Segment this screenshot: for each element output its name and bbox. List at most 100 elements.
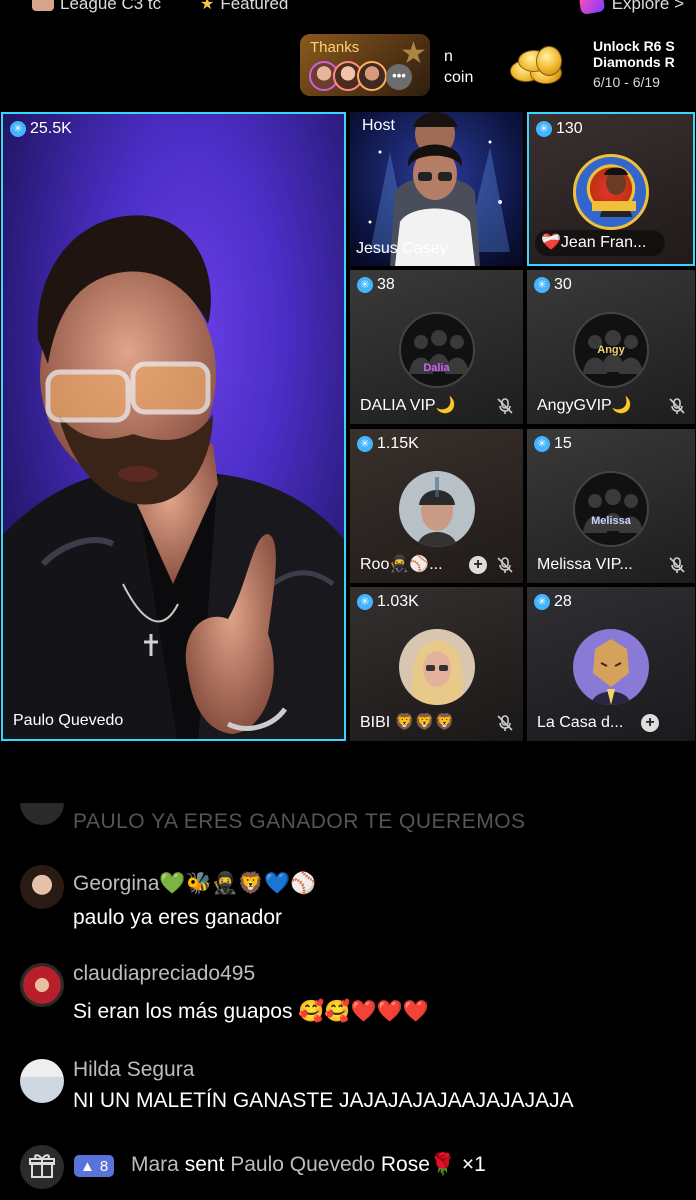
guest-name: ❤️‍🩹Jean Fran... <box>541 234 647 251</box>
viewer-count-badge: ✳ 38 <box>357 276 395 294</box>
viewer-count: 30 <box>554 276 572 293</box>
gift-text: Mara sent Paulo Quevedo Rose🌹 ×1 <box>131 1153 486 1177</box>
gem-icon: ✳ <box>357 594 373 610</box>
guest-name: Melissa VIP... <box>537 556 633 573</box>
gem-icon: ✳ <box>534 277 550 293</box>
unlock-line-2: Diamonds R <box>593 54 675 70</box>
guest-name: Roo🥷⚾... <box>360 556 443 573</box>
chat-username[interactable]: Hilda Segura <box>73 1058 194 1082</box>
viewer-count-badge: ✳ 25.5K <box>10 120 72 138</box>
chat-username[interactable]: Georgina💚🐝🥷🦁💙⚾ <box>73 872 316 896</box>
viewer-count-badge: ✳ 15 <box>534 435 572 453</box>
avatar: Dalia <box>398 312 475 389</box>
viewer-count: 1.15K <box>377 435 419 452</box>
mic-muted-icon <box>497 398 513 414</box>
avatar: Melissa <box>573 471 649 548</box>
host-tag: Host <box>362 117 395 134</box>
gift-icon[interactable] <box>20 1145 64 1189</box>
viewer-count: 25.5K <box>30 120 72 137</box>
avatar[interactable] <box>20 1059 64 1103</box>
coins-icon[interactable] <box>506 44 568 86</box>
level-badge: ▲ 8 <box>74 1155 115 1177</box>
gem-icon: ✳ <box>10 121 26 137</box>
coin-promo-text: n coin <box>444 46 473 88</box>
viewer-count: 1.03K <box>377 593 419 610</box>
guest-cell-bibi[interactable]: ✳ 1.03K BIBI 🦁🦁🦁 <box>350 587 523 741</box>
gift-notification: ▲ 8 Mara sent Paulo Quevedo Rose🌹 ×1 <box>0 1145 696 1189</box>
gem-icon: ✳ <box>536 121 552 137</box>
level-number: 8 <box>99 1157 109 1175</box>
featured-label: Featured <box>220 0 289 13</box>
thanks-card[interactable]: Thanks ★ ••• <box>300 34 430 96</box>
logo-word: Dalia <box>423 362 450 375</box>
viewer-count: 15 <box>554 435 572 452</box>
coin-line-1: n <box>444 48 453 65</box>
host-cell[interactable]: Host Jesus Casey <box>350 112 523 266</box>
gift-recipient[interactable]: Paulo Quevedo <box>230 1153 375 1176</box>
viewer-count: 28 <box>554 593 572 610</box>
viewer-count: 130 <box>556 120 583 137</box>
streamer-video <box>3 215 344 739</box>
unlock-line-1: Unlock R6 S <box>593 38 675 54</box>
guest-cell-dalia[interactable]: ✳ 38 Dalia DALIA VIP🌙 <box>350 270 523 424</box>
sparkle-icon: ★ <box>200 0 215 13</box>
league-icon <box>32 0 54 11</box>
gem-icon <box>578 0 606 15</box>
triangle-icon: ▲ <box>80 1157 95 1175</box>
coin-line-2: coin <box>444 69 474 86</box>
avatar <box>398 471 475 548</box>
gift-item: Rose🌹 <box>380 1153 457 1176</box>
avatar[interactable] <box>20 865 64 909</box>
more-icon: ••• <box>386 64 412 90</box>
avatar: Angy <box>573 312 649 389</box>
guest-name: La Casa d... <box>537 714 624 731</box>
top-tab-strip: League C3 tc ★ Featured Explore > <box>0 0 696 26</box>
add-icon[interactable]: + <box>641 714 659 732</box>
explore-label: Explore > <box>611 0 684 13</box>
avatar <box>357 61 387 91</box>
chat-message-faded: PAULO YA ERES GANADOR TE QUEREMOS <box>73 810 526 833</box>
viewer-count-badge: ✳ 30 <box>534 276 572 294</box>
guest-name: DALIA VIP🌙 <box>360 397 456 414</box>
mic-muted-icon <box>497 715 513 731</box>
logo-word: Melissa <box>591 515 631 528</box>
avatar <box>398 629 475 706</box>
mic-muted-icon <box>497 557 513 573</box>
unlock-promo[interactable]: Unlock R6 S Diamonds R <box>593 38 675 70</box>
logo-word: Angy <box>597 344 625 357</box>
guest-cell-angy[interactable]: ✳ 30 Angy AngyGVIP🌙 <box>527 270 695 424</box>
guest-name: AngyGVIP🌙 <box>537 397 632 414</box>
explore-link[interactable]: Explore > <box>578 0 684 15</box>
mic-muted-icon <box>669 398 685 414</box>
viewer-count-badge: ✳ 1.03K <box>357 593 419 611</box>
supporter-avatars <box>309 61 387 91</box>
main-video-cell[interactable]: ✳ 25.5K Paulo Quevedo <box>1 112 346 741</box>
chat-text: paulo ya eres ganador <box>73 906 282 929</box>
viewer-count: 38 <box>377 276 395 293</box>
guest-cell-jean[interactable]: ✳ 130 ❤️‍🩹Jean Fran... <box>527 112 695 266</box>
streamer-name: Paulo Quevedo <box>13 712 124 729</box>
league-tab[interactable]: League C3 tc <box>32 0 161 14</box>
viewer-count-badge: ✳ 1.15K <box>357 435 419 453</box>
thanks-label: Thanks <box>310 39 360 56</box>
avatar[interactable] <box>20 963 64 1007</box>
star-icon: ★ <box>400 37 427 70</box>
guest-cell-casa[interactable]: ✳ 28 La Casa d... + <box>527 587 695 741</box>
league-label: League C3 tc <box>60 0 162 13</box>
promo-dates: 6/10 - 6/19 <box>593 74 660 90</box>
host-name: Jesus Casey <box>356 240 448 257</box>
gem-icon: ✳ <box>357 277 373 293</box>
chat-text: Si eran los más guapos 🥰🥰❤️❤️❤️ <box>73 1000 430 1023</box>
viewer-count-badge: ✳ 130 <box>536 120 583 138</box>
guest-name: BIBI 🦁🦁🦁 <box>360 714 455 731</box>
add-icon[interactable]: + <box>469 556 487 574</box>
guest-cell-melissa[interactable]: ✳ 15 Melissa Melissa VIP... <box>527 429 695 583</box>
avatar <box>20 803 64 825</box>
chat-text: NI UN MALETÍN GANASTE JAJAJAJAJAAJAJAJAJ… <box>73 1089 574 1112</box>
mic-muted-icon <box>669 557 685 573</box>
viewer-count-badge: ✳ 28 <box>534 593 572 611</box>
guest-cell-roo[interactable]: ✳ 1.15K Roo🥷⚾... + <box>350 429 523 583</box>
gift-sender[interactable]: Mara <box>131 1153 179 1176</box>
chat-username[interactable]: claudiapreciado495 <box>73 962 255 986</box>
featured-tab[interactable]: ★ Featured <box>200 0 288 14</box>
